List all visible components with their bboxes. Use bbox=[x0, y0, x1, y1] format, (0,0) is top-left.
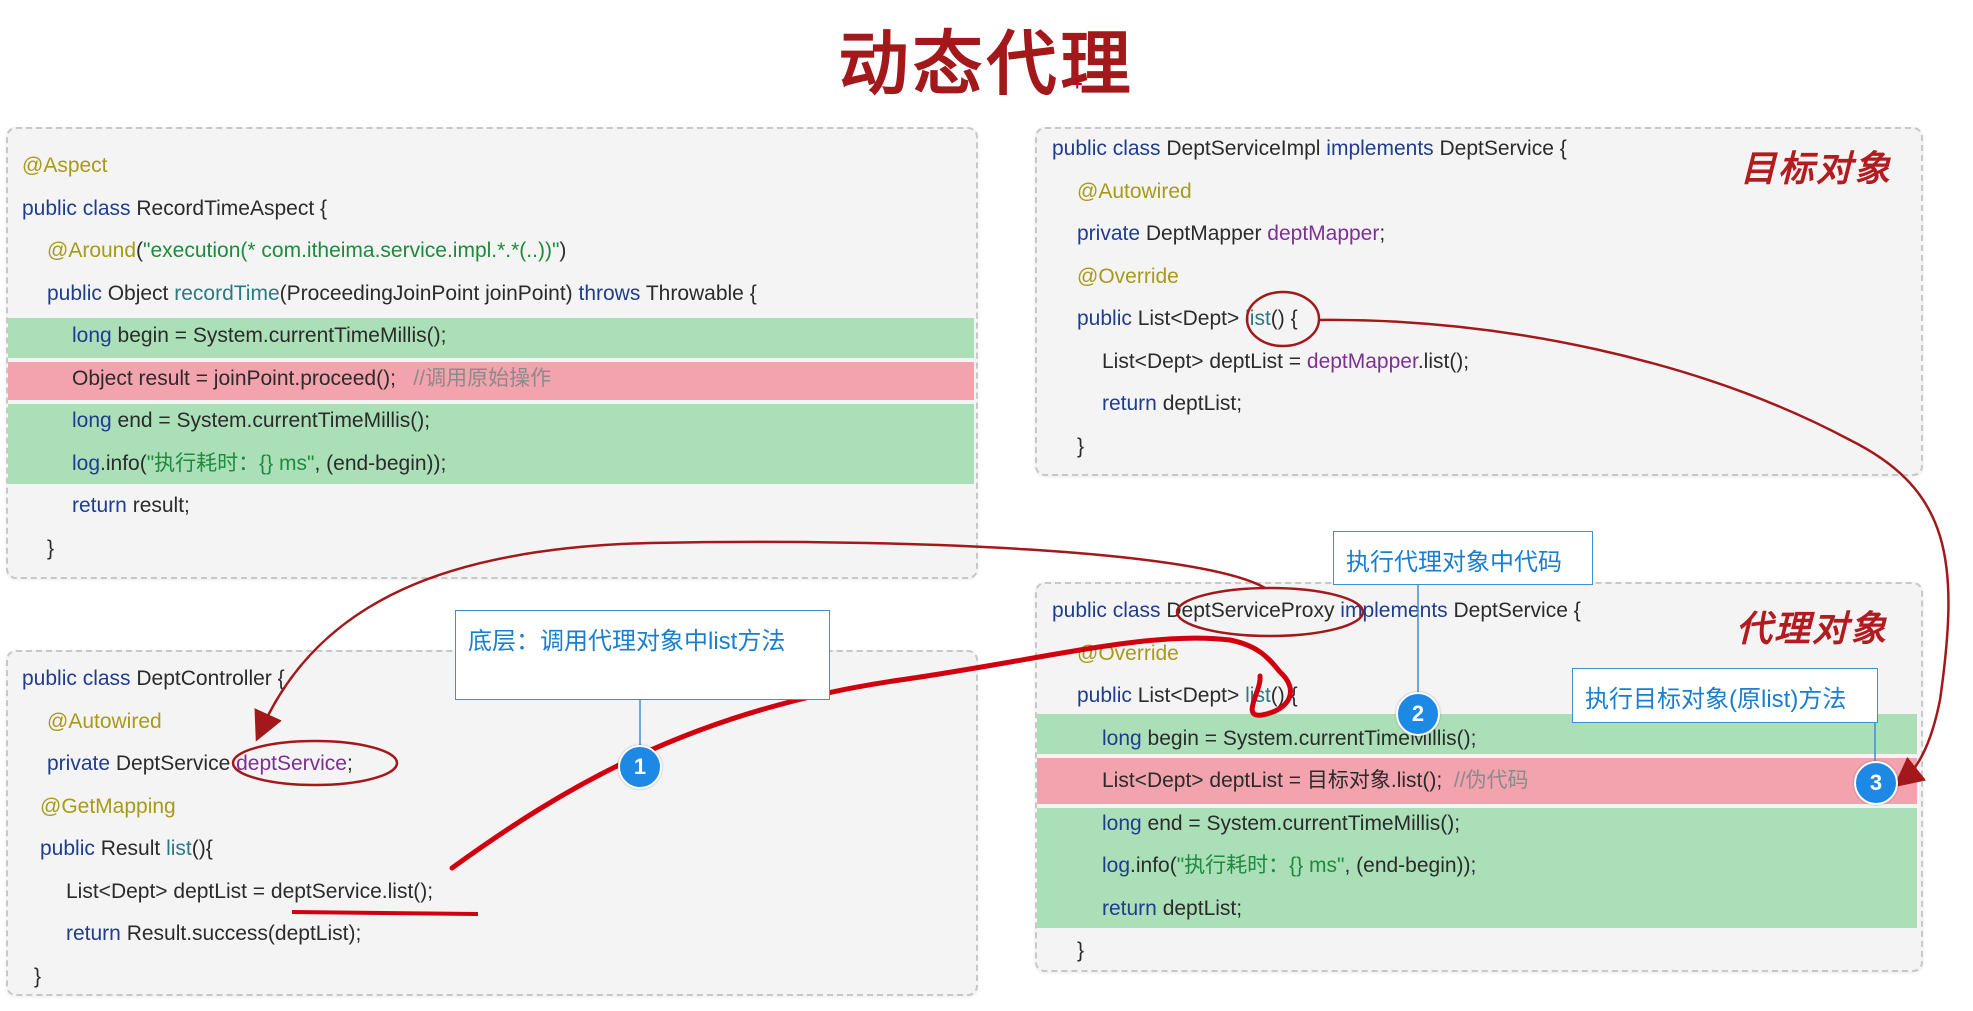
callout-call-proxy-list-text: 底层：调用代理对象中list方法 bbox=[468, 628, 786, 655]
ellipse-proxy-class bbox=[1175, 586, 1365, 638]
annotation-overlay bbox=[231, 290, 1950, 916]
step-badge-3: 3 bbox=[1854, 761, 1898, 805]
callout-call-proxy-list: 底层：调用代理对象中list方法 bbox=[455, 610, 830, 700]
callout-run-target-list: 执行目标对象(原list)方法 bbox=[1572, 668, 1878, 723]
underline-deptservice-list bbox=[291, 910, 479, 916]
callout-run-proxy-code: 执行代理对象中代码 bbox=[1333, 531, 1593, 585]
callout-run-proxy-code-text: 执行代理对象中代码 bbox=[1346, 549, 1562, 576]
ellipse-deptservice-field bbox=[231, 739, 399, 787]
step-badge-1: 1 bbox=[618, 745, 662, 789]
callout-run-target-list-text: 执行目标对象(原list)方法 bbox=[1585, 686, 1847, 713]
step-badge-2: 2 bbox=[1396, 692, 1440, 736]
ellipse-target-list bbox=[1245, 290, 1321, 348]
